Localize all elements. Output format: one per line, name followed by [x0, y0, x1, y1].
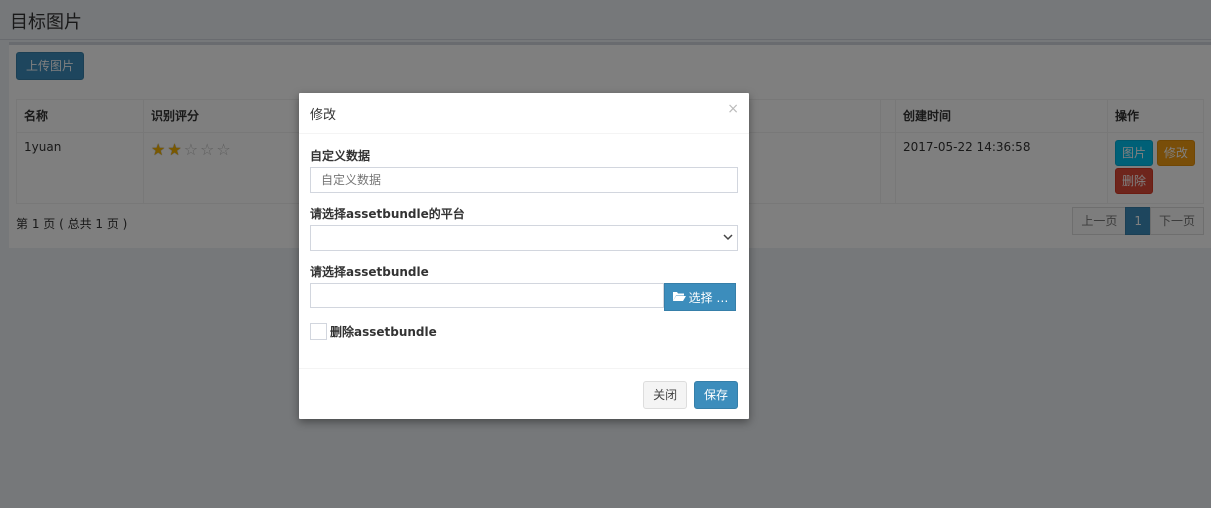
platform-label: 请选择assetbundle的平台 — [310, 207, 465, 221]
folder-open-icon — [672, 290, 686, 305]
bundle-file-row: 选择 … — [310, 283, 738, 311]
close-button[interactable]: 关闭 — [643, 381, 688, 409]
bundle-label: 请选择assetbundle — [310, 265, 429, 279]
edit-modal: 修改 × 自定义数据 请选择assetbundle的平台 请选择assetbun… — [299, 93, 749, 419]
close-icon[interactable]: × — [727, 101, 739, 117]
delete-bundle-checkbox[interactable] — [310, 323, 327, 340]
chevron-down-icon — [723, 232, 733, 245]
modal-header: 修改 × — [299, 93, 749, 134]
choose-file-label: 选择 … — [688, 290, 729, 305]
modal-title: 修改 — [310, 108, 337, 123]
delete-bundle-row: 删除assetbundle — [310, 323, 738, 340]
delete-bundle-label: 删除assetbundle — [330, 325, 437, 339]
bundle-file-input[interactable] — [310, 283, 664, 308]
custom-data-input[interactable] — [310, 167, 738, 193]
platform-select[interactable] — [310, 225, 738, 251]
choose-file-button[interactable]: 选择 … — [664, 283, 736, 311]
save-button[interactable]: 保存 — [693, 381, 738, 409]
modal-footer: 关闭 保存 — [299, 368, 749, 419]
modal-body: 自定义数据 请选择assetbundle的平台 请选择assetbundle 选… — [299, 134, 749, 350]
custom-data-label: 自定义数据 — [310, 149, 371, 163]
